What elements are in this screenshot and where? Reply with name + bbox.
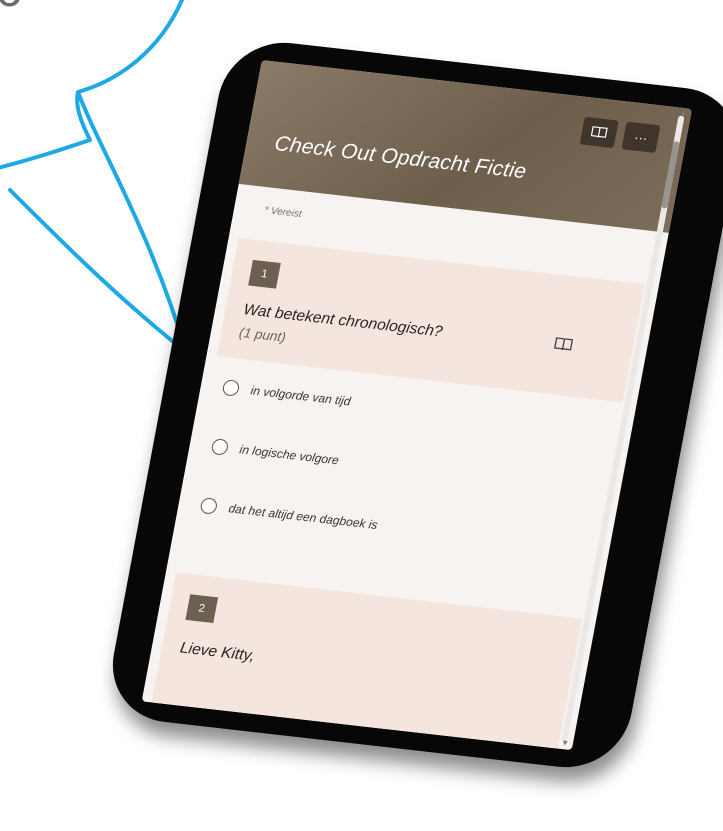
question-2-number: 2 — [185, 594, 219, 623]
required-note: * Vereist — [263, 205, 303, 221]
header-tools: ··· — [579, 116, 661, 153]
form-screen: ··· Check Out Opdracht Fictie ▲ ▼ * Vere… — [141, 59, 693, 751]
scroll-up-arrow-icon[interactable]: ▲ — [679, 108, 689, 118]
more-options-button[interactable]: ··· — [621, 121, 661, 153]
form-header: ··· Check Out Opdracht Fictie — [238, 59, 693, 233]
radio-button[interactable] — [210, 438, 230, 456]
question-1-option-2[interactable]: in logische volgore — [210, 438, 340, 468]
option-label: in volgorde van tijd — [249, 383, 352, 409]
scroll-down-arrow-icon[interactable]: ▼ — [560, 738, 570, 748]
question-1-option-1[interactable]: in volgorde van tijd — [221, 379, 352, 409]
question-1-number: 1 — [248, 259, 281, 289]
radio-button[interactable] — [199, 497, 219, 515]
option-label: in logische volgore — [238, 442, 341, 468]
option-label: dat het altijd een dagboek is — [227, 501, 379, 533]
question-1-option-3[interactable]: dat het altijd een dagboek is — [199, 497, 379, 533]
radio-button[interactable] — [221, 379, 241, 397]
form-title: Check Out Opdracht Fictie — [272, 132, 529, 184]
phone-frame: ··· Check Out Opdracht Fictie ▲ ▼ * Vere… — [102, 36, 723, 774]
immersive-reader-icon[interactable] — [579, 116, 619, 149]
immersive-reader-icon[interactable] — [552, 337, 574, 357]
